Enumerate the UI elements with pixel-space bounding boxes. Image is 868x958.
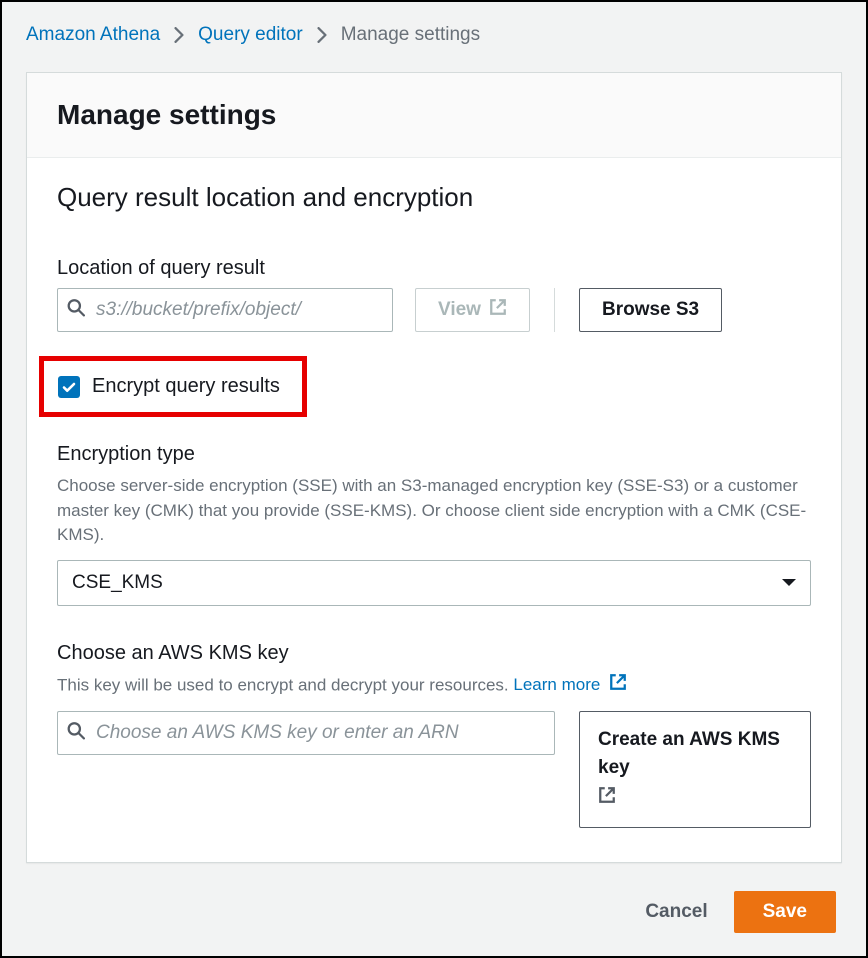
- encryption-type-label: Encryption type: [57, 443, 811, 466]
- browse-s3-button[interactable]: Browse S3: [579, 288, 722, 332]
- location-input[interactable]: [57, 288, 393, 332]
- kms-key-desc-text: This key will be used to encrypt and dec…: [57, 675, 513, 694]
- search-icon: [67, 721, 85, 744]
- encryption-type-select[interactable]: CSE_KMS: [57, 560, 811, 606]
- create-kms-key-button[interactable]: Create an AWS KMS key: [579, 711, 811, 829]
- kms-key-input[interactable]: [57, 711, 555, 755]
- save-button[interactable]: Save: [734, 891, 836, 933]
- external-link-icon: [598, 785, 792, 814]
- chevron-right-icon: [174, 27, 184, 43]
- location-label: Location of query result: [57, 257, 811, 280]
- external-link-icon: [489, 298, 507, 322]
- create-kms-key-button-label: Create an AWS KMS key: [598, 729, 780, 779]
- encryption-type-desc: Choose server-side encryption (SSE) with…: [57, 474, 811, 548]
- breadcrumb-link-query-editor[interactable]: Query editor: [198, 24, 303, 46]
- external-link-icon: [609, 673, 627, 699]
- kms-key-desc: This key will be used to encrypt and dec…: [57, 673, 811, 699]
- cancel-button[interactable]: Cancel: [639, 900, 713, 924]
- footer-actions: Cancel Save: [26, 891, 842, 933]
- page-title: Manage settings: [57, 99, 811, 131]
- divider: [554, 288, 555, 332]
- section-title: Query result location and encryption: [57, 182, 811, 213]
- browse-s3-button-label: Browse S3: [602, 299, 699, 321]
- breadcrumb-link-athena[interactable]: Amazon Athena: [26, 24, 160, 46]
- view-button[interactable]: View: [415, 288, 530, 332]
- chevron-right-icon: [317, 27, 327, 43]
- encryption-type-value: CSE_KMS: [72, 572, 163, 594]
- learn-more-link[interactable]: Learn more: [513, 675, 627, 694]
- card-header: Manage settings: [27, 73, 841, 158]
- breadcrumb: Amazon Athena Query editor Manage settin…: [26, 24, 842, 46]
- encrypt-checkbox-label[interactable]: Encrypt query results: [92, 375, 280, 398]
- caret-down-icon: [781, 572, 797, 594]
- settings-card: Manage settings Query result location an…: [26, 72, 842, 863]
- encrypt-checkbox[interactable]: [58, 376, 80, 398]
- kms-key-label: Choose an AWS KMS key: [57, 642, 811, 665]
- breadcrumb-current: Manage settings: [341, 24, 480, 46]
- view-button-label: View: [438, 299, 481, 321]
- encrypt-checkbox-highlight: Encrypt query results: [39, 356, 307, 417]
- search-icon: [67, 299, 85, 322]
